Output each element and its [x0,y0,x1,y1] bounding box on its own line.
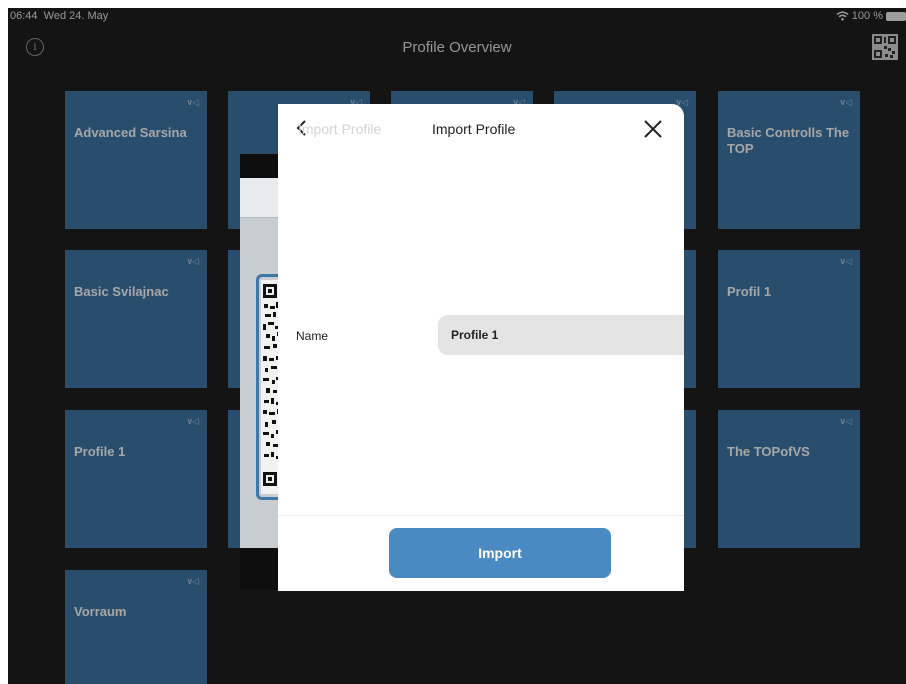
footer-divider [278,515,684,516]
import-profile-modal: Import Profile Import Profile Name Profi… [278,104,684,591]
previous-title: Import Profile [298,121,382,137]
name-label: Name [296,329,329,343]
modal-title: Import Profile [432,121,516,137]
name-input[interactable]: Profile 1 [438,315,684,355]
import-button[interactable]: Import [389,528,611,578]
app-screen: 06:44 Wed 24. May 100 % i Profile Overvi… [8,8,906,684]
close-icon[interactable] [642,118,664,140]
